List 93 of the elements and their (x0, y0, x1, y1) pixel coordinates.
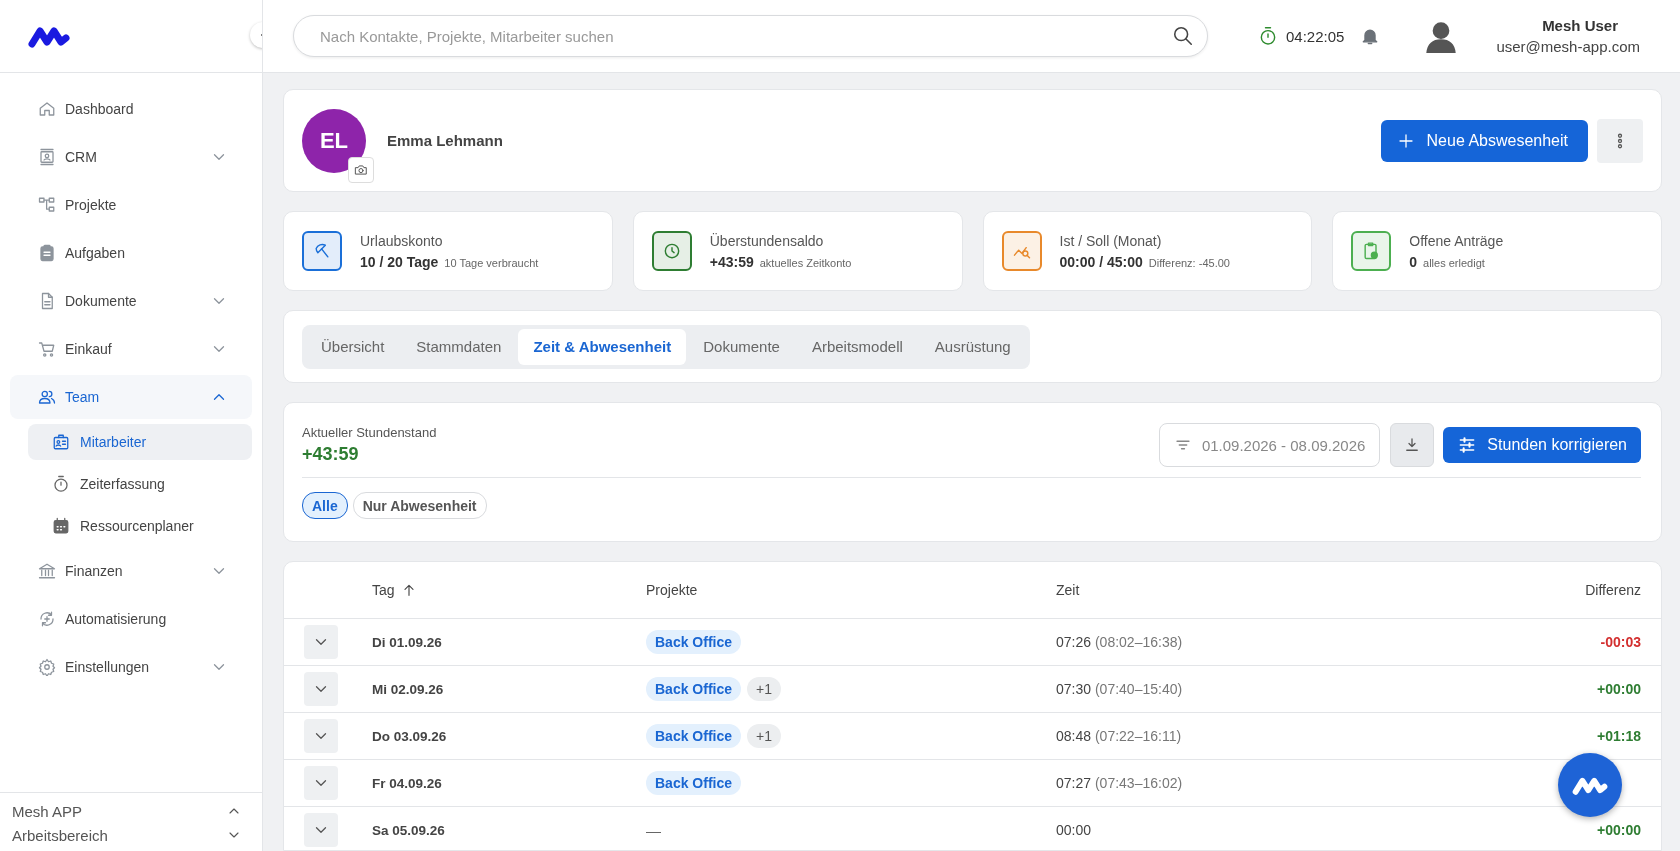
time-total: 07:27 (1056, 775, 1092, 791)
tab[interactable]: Dokumente (688, 328, 795, 365)
stat-value: +43:59 (709, 253, 754, 270)
time-total: 00:00 (1056, 822, 1092, 838)
timer-display: 04:22:05 (1286, 27, 1345, 45)
tab[interactable]: Übersicht (306, 328, 400, 365)
new-absence-button[interactable]: Neue Abswesenheit (1380, 119, 1588, 162)
time-total: 08:48 (1056, 728, 1092, 744)
stopwatch-icon[interactable] (1258, 26, 1278, 46)
stat-note: aktuelles Zeitkonto (759, 256, 852, 269)
project-tag: Back Office (646, 724, 742, 748)
time-span: (08:02–16:38) (1094, 634, 1183, 650)
stat-note: alles erledigt (1423, 256, 1485, 269)
more-count: +1 (747, 677, 781, 701)
filter-chip[interactable]: Alle (302, 492, 348, 519)
nav-item[interactable]: Dokumente (10, 277, 252, 325)
nav-subitem[interactable]: Zeiterfassung (28, 466, 252, 502)
camera-button[interactable] (348, 156, 374, 183)
cart-icon (38, 340, 56, 358)
more-count: +1 (747, 724, 781, 748)
time-total: 07:30 (1056, 681, 1092, 697)
nav-subitem[interactable]: Ressourcenplaner (28, 508, 252, 544)
column-header[interactable]: Zeit (1056, 582, 1080, 598)
stat-title: Überstundensaldo (709, 232, 825, 249)
time-span: (07:22–16:11) (1094, 728, 1182, 744)
stat-value: 0 (1409, 253, 1418, 270)
workspace-label: Arbeitsbereich (12, 826, 108, 844)
nav-item[interactable]: Team (10, 375, 252, 419)
stat-title: Offene Anträge (1409, 232, 1504, 249)
people-icon (38, 388, 56, 406)
employee-name: Emma Lehmann (387, 132, 504, 149)
time-span: (07:43–16:02) (1094, 775, 1183, 791)
nav-subitem[interactable]: Mitarbeiter (28, 424, 252, 460)
stat-value: 10 / 20 Tage (360, 253, 439, 270)
project-tag: Back Office (646, 630, 742, 654)
empty-projects: — (646, 821, 661, 839)
tab[interactable]: Zeit & Abwesenheit (518, 328, 687, 365)
difference-value: -00:03 (1599, 634, 1641, 650)
day-cell-text: Fr 04.09.26 (372, 775, 443, 791)
avatar-icon[interactable] (1424, 19, 1459, 53)
search-field[interactable]: Nach Kontakte, Projekte, Mitarbeiter suchen (293, 15, 1208, 57)
avatar: EL (302, 108, 366, 173)
home-icon (38, 100, 56, 118)
search-icon[interactable] (1172, 25, 1194, 47)
time-span: (07:40–15:40) (1094, 681, 1183, 697)
stopwatch-icon (52, 475, 70, 493)
nav-item[interactable]: Finanzen (10, 547, 252, 595)
project-tag: Back Office (646, 677, 742, 701)
day-cell-text: Mi 02.09.26 (372, 681, 445, 697)
download-button[interactable] (1390, 423, 1435, 467)
nav-item[interactable]: CRM (10, 133, 252, 181)
stat-note: 10 Tage verbraucht (444, 256, 539, 269)
day-cell-text: Sa 05.09.26 (372, 822, 446, 838)
settings-icon (38, 658, 56, 676)
nav-item[interactable]: Aufgaben (10, 229, 252, 277)
column-header[interactable]: Differenz (1585, 582, 1641, 598)
nav-item[interactable]: Automatisierung (10, 595, 252, 643)
bank-icon (38, 562, 56, 580)
difference-value: +01:18 (1596, 728, 1641, 744)
badge-icon (52, 433, 70, 451)
day-cell-text: Do 03.09.26 (372, 728, 448, 744)
column-header[interactable]: Projekte (646, 582, 698, 598)
stat-title: Ist / Soll (Monat) (1059, 232, 1163, 249)
stat-title: Urlaubskonto (360, 232, 444, 249)
sync-icon (38, 610, 56, 628)
clipboard-icon (38, 244, 56, 262)
tab[interactable]: Arbeitsmodell (796, 328, 918, 365)
balance-value: +43:59 (302, 444, 360, 465)
calendar-icon (52, 517, 70, 535)
nav-item[interactable]: Einstellungen (10, 643, 252, 691)
filter-chip[interactable]: Nur Abwesenheit (352, 492, 487, 519)
contact-card-icon (38, 148, 56, 166)
workspace-label: Mesh APP (12, 802, 83, 820)
tab[interactable]: Stammdaten (401, 328, 517, 365)
user-name: Mesh User (1542, 17, 1618, 34)
nav-item[interactable]: Projekte (10, 181, 252, 229)
tab[interactable]: Ausrüstung (919, 328, 1026, 365)
day-cell-text: Di 01.09.26 (372, 634, 443, 650)
hierarchy-icon (38, 196, 56, 214)
column-header[interactable]: Tag (372, 582, 395, 598)
time-total: 07:26 (1056, 634, 1092, 650)
project-tag: Back Office (646, 771, 742, 795)
stat-note: Differenz: -45.00 (1148, 256, 1230, 269)
nav-item[interactable]: Einkauf (10, 325, 252, 373)
difference-value: +00:00 (1596, 822, 1641, 838)
correct-hours-button[interactable]: Stunden korrigieren (1443, 427, 1641, 463)
user-email: user@mesh-app.com (1496, 38, 1640, 55)
stat-value: 00:00 / 45:00 (1059, 253, 1143, 270)
balance-label: Aktueller Stundenstand (302, 425, 438, 440)
date-range-field[interactable]: 01.09.2026 - 08.09.2026 (1158, 423, 1381, 467)
difference-value: +00:00 (1596, 681, 1641, 697)
camera-icon (354, 162, 368, 177)
nav-item[interactable]: Dashboard (10, 85, 252, 133)
